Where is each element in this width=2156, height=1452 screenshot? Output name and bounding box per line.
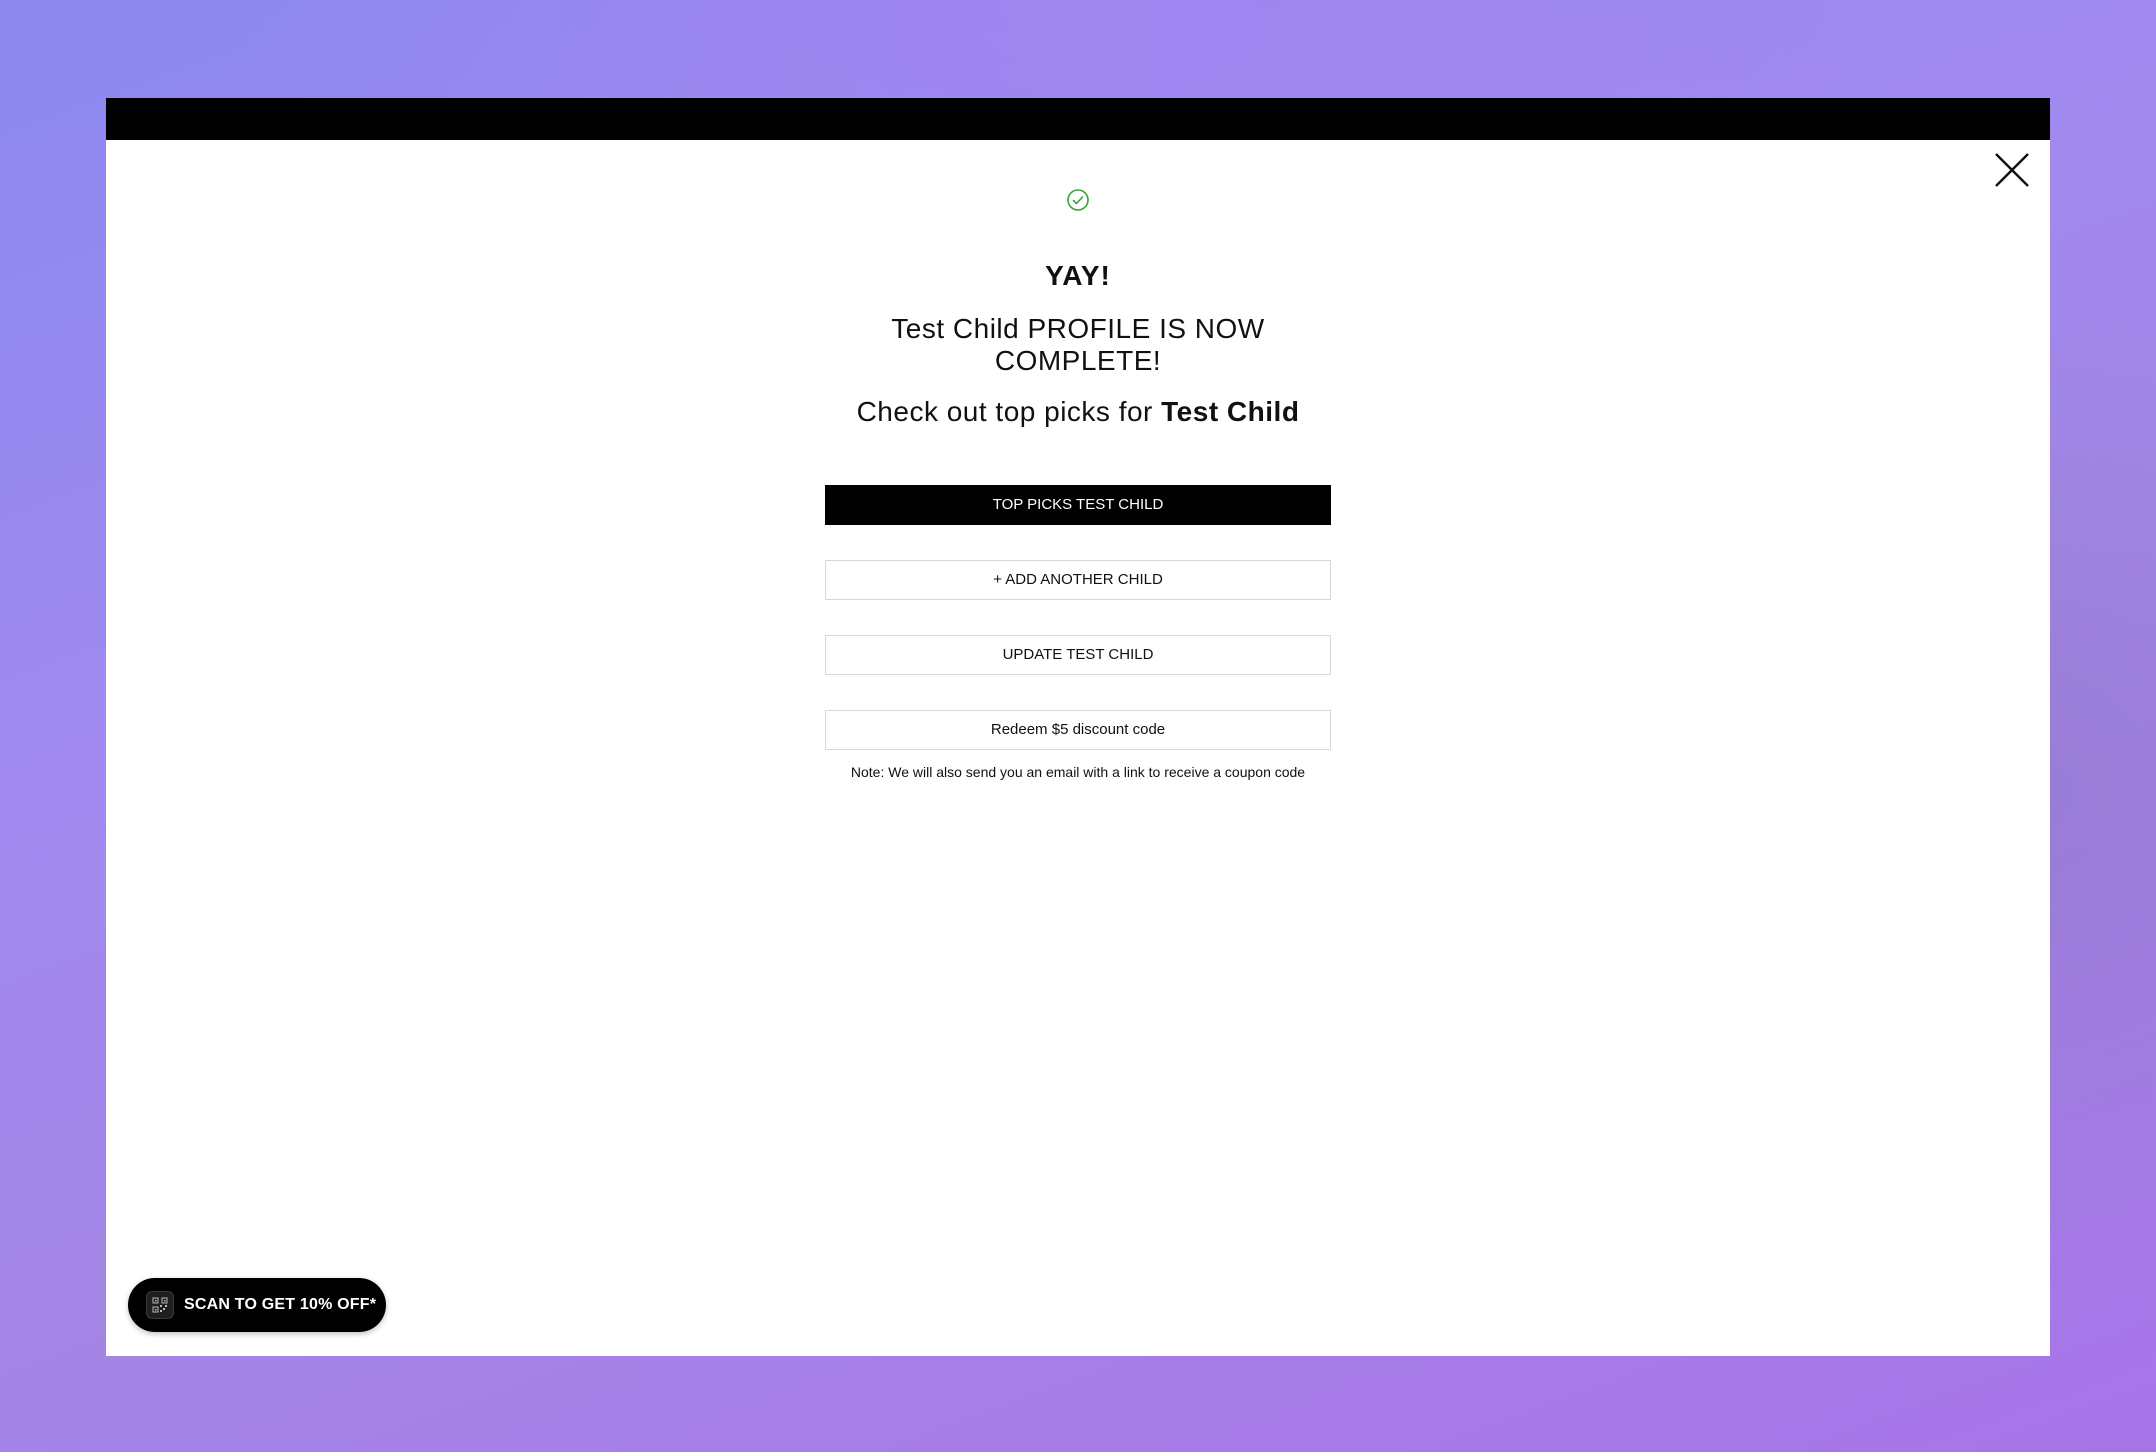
qr-code-icon — [146, 1291, 174, 1319]
coupon-note: Note: We will also send you an email wit… — [850, 764, 1306, 780]
scan-discount-label: SCAN TO GET 10% OFF* — [184, 1296, 377, 1313]
picks-prefix: Check out top picks for — [856, 396, 1162, 427]
redeem-discount-button[interactable]: Redeem $5 discount code — [825, 710, 1331, 750]
top-bar — [106, 98, 2050, 140]
top-picks-button[interactable]: TOP PICKS TEST CHILD — [825, 485, 1331, 525]
add-another-child-button[interactable]: + ADD ANOTHER CHILD — [825, 560, 1331, 600]
profile-complete-text: Test Child PROFILE IS NOW COMPLETE! — [891, 313, 1265, 376]
check-circle-icon — [1067, 189, 1089, 211]
scan-discount-button[interactable]: SCAN TO GET 10% OFF* — [128, 1278, 386, 1332]
success-heading: YAY! — [1045, 260, 1111, 291]
close-icon — [1995, 153, 2029, 187]
top-picks-text: Check out top picks for Test Child — [106, 396, 2050, 428]
modal-window: YAY! Test Child PROFILE IS NOW COMPLETE!… — [106, 98, 2050, 1356]
child-name: Test Child — [1161, 396, 1300, 427]
close-button[interactable] — [1992, 150, 2032, 190]
update-child-button[interactable]: UPDATE TEST CHILD — [825, 635, 1331, 675]
